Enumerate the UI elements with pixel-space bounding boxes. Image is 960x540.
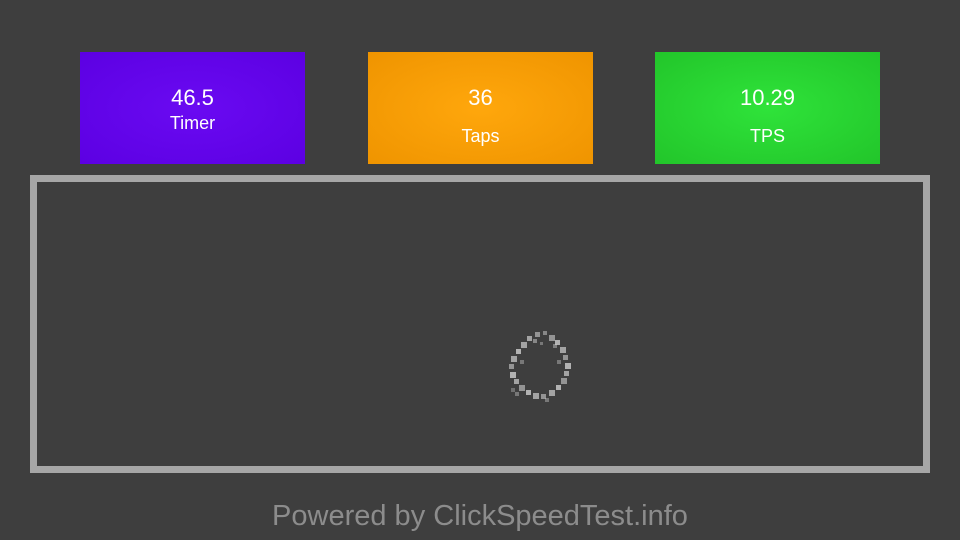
tps-value: 10.29 [739, 85, 796, 110]
timer-value: 46.5 [171, 85, 214, 110]
footer-credit: Powered by ClickSpeedTest.info [272, 500, 688, 532]
timer-label: Timer [169, 113, 216, 133]
tap-ripple-icon [509, 331, 571, 402]
taps-card: 36 Taps [368, 52, 593, 164]
tps-label: TPS [749, 126, 785, 146]
tps-card: 10.29 TPS [655, 52, 880, 164]
tap-area[interactable] [30, 175, 930, 473]
taps-value: 36 [468, 85, 493, 110]
taps-label: Taps [461, 126, 500, 146]
timer-card: 46.5 Timer [80, 52, 305, 164]
